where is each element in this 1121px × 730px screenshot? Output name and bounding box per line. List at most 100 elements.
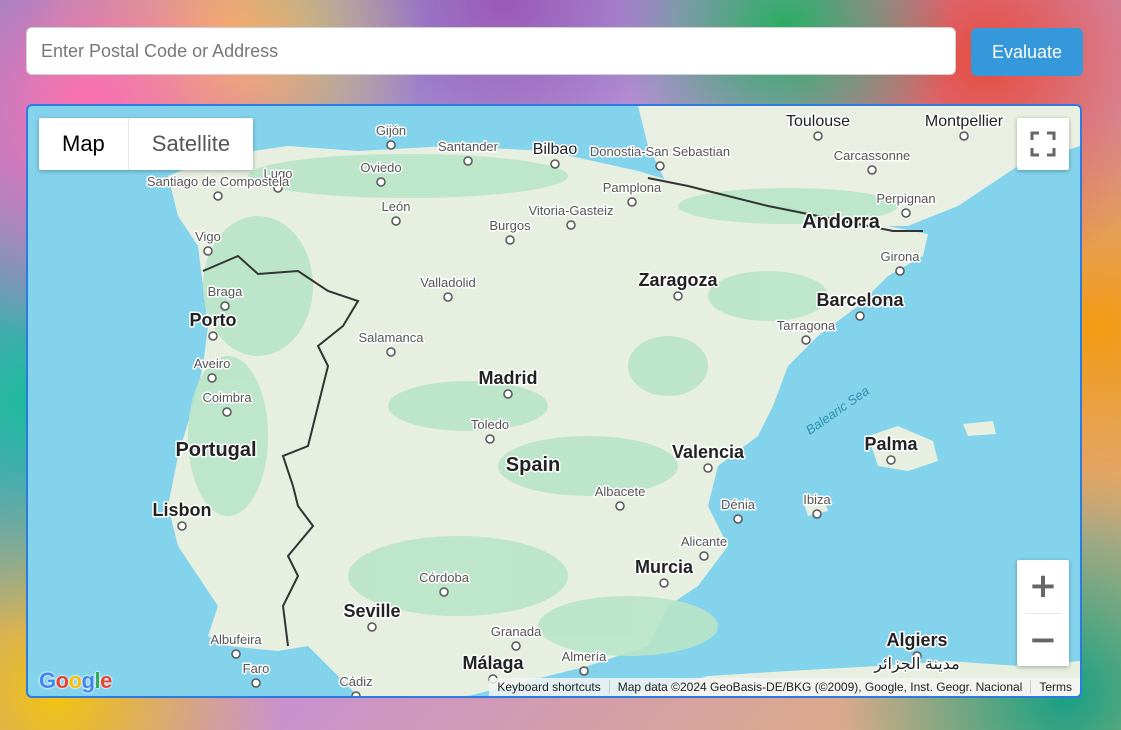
city-palma-marker[interactable]: [886, 455, 896, 465]
city-donostia-san-sebastian-label: Donostia-San Sebastian: [590, 144, 730, 159]
city-barcelona-marker[interactable]: [855, 311, 865, 321]
map-data-credit: Map data ©2024 GeoBasis-DE/BKG (©2009), …: [608, 680, 1031, 694]
city-c-diz-marker[interactable]: [351, 691, 361, 696]
terms-link[interactable]: Terms: [1030, 680, 1080, 694]
search-bar: Evaluate: [26, 27, 1083, 77]
city-toulouse-marker[interactable]: [813, 131, 823, 141]
city-porto-label: Porto: [190, 310, 237, 330]
city-oviedo-label: Oviedo: [360, 160, 401, 175]
city-d-nia-label: Dénia: [721, 497, 756, 512]
city-santiago-de-compostela-marker[interactable]: [213, 191, 223, 201]
city-donostia-san-sebastian-marker[interactable]: [655, 161, 665, 171]
city-m-laga-label: Málaga: [462, 653, 524, 673]
city-braga-label: Braga: [208, 284, 243, 299]
google-logo: Google: [39, 668, 112, 693]
zoom-in-button[interactable]: +: [1017, 560, 1069, 612]
city-algiers-label: Algiers: [886, 630, 947, 650]
city-c-diz-label: Cádiz: [339, 674, 372, 689]
city-c-rdoba-label: Córdoba: [419, 570, 470, 585]
city-ibiza-marker[interactable]: [812, 509, 822, 519]
city-santander-label: Santander: [438, 139, 499, 154]
city-gij-n-marker[interactable]: [386, 140, 396, 150]
evaluate-button[interactable]: Evaluate: [971, 28, 1083, 76]
city-lisbon-label: Lisbon: [153, 500, 212, 520]
city-granada-marker[interactable]: [511, 641, 521, 651]
city-faro-label: Faro: [243, 661, 270, 676]
city-toledo-label: Toledo: [471, 417, 509, 432]
city-tarragona-marker[interactable]: [801, 335, 811, 345]
city-girona-marker[interactable]: [895, 266, 905, 276]
city-vitoria-gasteiz-marker[interactable]: [566, 220, 576, 230]
city-lisbon-marker[interactable]: [177, 521, 187, 531]
city-oviedo-marker[interactable]: [376, 177, 386, 187]
city-valladolid-marker[interactable]: [443, 292, 453, 302]
city-montpellier-marker[interactable]: [959, 131, 969, 141]
city-perpignan-label: Perpignan: [876, 191, 935, 206]
city-seville-marker[interactable]: [367, 622, 377, 632]
city-murcia-marker[interactable]: [659, 578, 669, 588]
country-spain-label: Spain: [506, 454, 560, 476]
map-canvas[interactable]: Toulouse Montpellier Carcassonne Perpignan G…: [28, 106, 1080, 696]
city-porto-marker[interactable]: [208, 331, 218, 341]
city-almer-a-marker[interactable]: [579, 666, 589, 676]
country-portugal-label: Portugal: [175, 439, 256, 461]
city-vitoria-gasteiz-label: Vitoria-Gasteiz: [528, 203, 613, 218]
city-burgos-marker[interactable]: [505, 235, 515, 245]
city-madrid-label: Madrid: [478, 368, 537, 388]
zoom-out-button[interactable]: −: [1017, 614, 1069, 666]
city-valladolid-label: Valladolid: [420, 275, 475, 290]
zoom-control: + −: [1017, 560, 1069, 666]
city-bilbao-label: Bilbao: [533, 141, 578, 158]
city-valencia-marker[interactable]: [703, 463, 713, 473]
city-zaragoza-marker[interactable]: [673, 291, 683, 301]
city-albacete-label: Albacete: [595, 484, 646, 499]
city-aveiro-marker[interactable]: [207, 373, 217, 383]
land-menorca: [963, 421, 996, 436]
city-le-n-marker[interactable]: [391, 216, 401, 226]
city-gij-n-label: Gijón: [376, 123, 406, 138]
city-almer-a-label: Almería: [562, 649, 608, 664]
city-toulouse-label: Toulouse: [786, 113, 850, 130]
city-barcelona-label: Barcelona: [816, 290, 904, 310]
city-alicante-label: Alicante: [681, 534, 727, 549]
city-ibiza-label: Ibiza: [803, 492, 831, 507]
city-alicante-marker[interactable]: [699, 551, 709, 561]
map-type-satellite-button[interactable]: Satellite: [128, 118, 254, 170]
city-c-rdoba-marker[interactable]: [439, 587, 449, 597]
city-toledo-marker[interactable]: [485, 434, 495, 444]
city-seville-label: Seville: [343, 601, 400, 621]
city-le-n-label: León: [382, 199, 411, 214]
address-input[interactable]: [26, 27, 956, 75]
sea-balearic-label: Balearic Sea: [803, 383, 872, 438]
city-madrid-marker[interactable]: [503, 389, 513, 399]
keyboard-shortcuts-link[interactable]: Keyboard shortcuts: [489, 680, 608, 694]
city-coimbra-marker[interactable]: [222, 407, 232, 417]
city-albufeira-label: Albufeira: [210, 632, 262, 647]
city-murcia-label: Murcia: [635, 557, 694, 577]
city-salamanca-marker[interactable]: [386, 347, 396, 357]
city-bilbao-marker[interactable]: [550, 159, 560, 169]
map-type-map-button[interactable]: Map: [39, 118, 129, 170]
city-d-nia-marker[interactable]: [733, 514, 743, 524]
city-albacete-marker[interactable]: [615, 501, 625, 511]
map-container[interactable]: Toulouse Montpellier Carcassonne Perpignan G…: [26, 104, 1082, 698]
city-perpignan-marker[interactable]: [901, 208, 911, 218]
city-vigo-marker[interactable]: [203, 246, 213, 256]
city-burgos-label: Burgos: [489, 218, 531, 233]
city-girona-label: Girona: [880, 249, 920, 264]
city-salamanca-label: Salamanca: [358, 330, 424, 345]
city-faro-marker[interactable]: [251, 678, 261, 688]
city-santander-marker[interactable]: [463, 156, 473, 166]
city-tarragona-label: Tarragona: [777, 318, 836, 333]
city-aveiro-label: Aveiro: [194, 356, 231, 371]
city-braga-marker[interactable]: [220, 301, 230, 311]
city-algiers-arabic-label: مدينة الجزائر: [873, 656, 959, 673]
city-vigo-label: Vigo: [195, 229, 221, 244]
fullscreen-button[interactable]: [1017, 118, 1069, 170]
city-granada-label: Granada: [491, 624, 542, 639]
city-albufeira-marker[interactable]: [231, 649, 241, 659]
city-pamplona-marker[interactable]: [627, 197, 637, 207]
map-attribution: Keyboard shortcuts Map data ©2024 GeoBas…: [489, 678, 1080, 696]
city-carcassonne-marker[interactable]: [867, 165, 877, 175]
map-type-control: Map Satellite: [39, 118, 254, 170]
